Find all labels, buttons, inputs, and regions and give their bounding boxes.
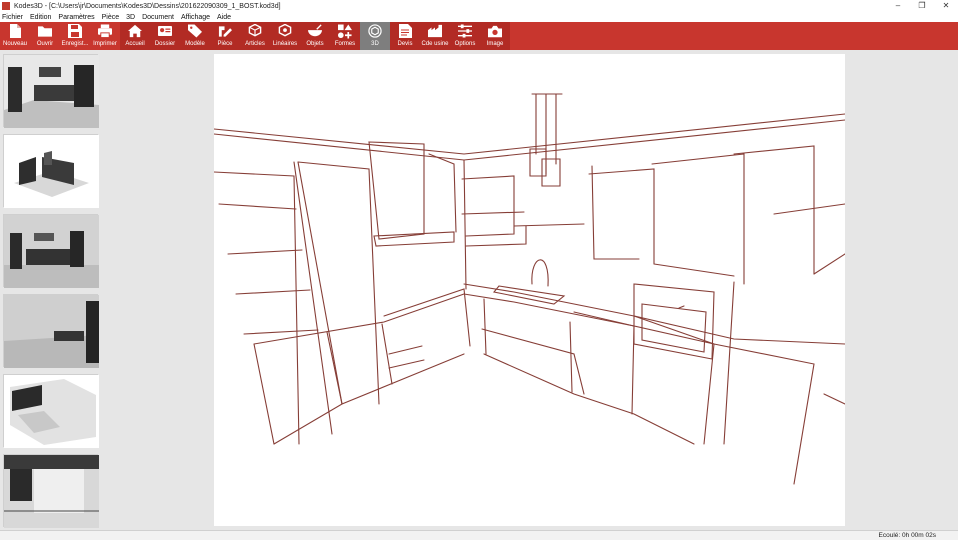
- model-label: Modèle: [185, 41, 205, 47]
- view-thumbnail[interactable]: [3, 54, 99, 128]
- shapes-icon: [338, 24, 352, 38]
- factory-order-icon: [428, 24, 442, 38]
- new-button[interactable]: Nouveau: [0, 22, 30, 50]
- room-label: Pièce: [217, 41, 233, 47]
- tag-icon: [188, 24, 202, 38]
- close-button[interactable]: ✕: [934, 0, 958, 12]
- menu-parametres[interactable]: Paramètres: [58, 14, 94, 21]
- open-label: Ouvrir: [36, 41, 54, 47]
- objects-button[interactable]: Objets: [300, 22, 330, 50]
- quote-label: Devis: [397, 41, 413, 47]
- view-thumbnails-panel: [0, 50, 104, 530]
- status-bar: Ecoulé: 0h 00m 02s: [0, 530, 958, 540]
- home-button[interactable]: Accueil: [120, 22, 150, 50]
- view-thumbnail[interactable]: [3, 214, 99, 288]
- view-thumbnail[interactable]: [3, 374, 99, 448]
- menu-3d[interactable]: 3D: [126, 14, 135, 21]
- elapsed-time: Ecoulé: 0h 00m 02s: [878, 532, 936, 539]
- kitchen-sketch-render: [213, 93, 846, 485]
- wall-pencil-icon: [218, 24, 232, 38]
- factory-order-label: Cde usine: [421, 41, 449, 47]
- home-label: Accueil: [125, 41, 145, 47]
- menu-affichage[interactable]: Affichage: [181, 14, 210, 21]
- menu-aide[interactable]: Aide: [217, 14, 231, 21]
- home-icon: [128, 24, 142, 38]
- shapes-button[interactable]: Formes: [330, 22, 360, 50]
- client-card-icon: [158, 24, 172, 38]
- 3d-label: 3D: [371, 41, 379, 47]
- articles-label: Articles: [245, 41, 265, 47]
- factory-order-button[interactable]: Cde usine: [420, 22, 450, 50]
- new-label: Nouveau: [2, 41, 28, 47]
- view-thumbnail[interactable]: [3, 134, 99, 208]
- articles-button[interactable]: Articles: [240, 22, 270, 50]
- new-file-icon: [8, 24, 22, 38]
- shapes-label: Formes: [334, 41, 356, 47]
- print-label: Imprimer: [93, 41, 117, 47]
- model-button[interactable]: Modèle: [180, 22, 210, 50]
- camera-icon: [488, 24, 502, 38]
- open-button[interactable]: Ouvrir: [30, 22, 60, 50]
- view-thumbnail[interactable]: [3, 454, 99, 528]
- 3d-button[interactable]: 3D: [360, 22, 390, 50]
- linear-label: Linéaires: [272, 41, 298, 47]
- window-title: Kodes3D - [C:\Users\jr\Documents\Kodes3D…: [14, 2, 281, 10]
- maximize-button[interactable]: ❐: [910, 0, 934, 12]
- options-label: Options: [454, 41, 476, 47]
- sliders-icon: [458, 24, 472, 38]
- folder-button[interactable]: Dossier: [150, 22, 180, 50]
- main-toolbar: Nouveau Ouvrir Enregist... Imprimer Accu…: [0, 22, 958, 50]
- objects-label: Objets: [306, 41, 324, 47]
- title-bar: Kodes3D - [C:\Users\jr\Documents\Kodes3D…: [0, 0, 958, 12]
- print-icon: [98, 24, 112, 38]
- menu-fichier[interactable]: Fichier: [2, 14, 23, 21]
- folder-open-icon: [38, 24, 52, 38]
- menu-edition[interactable]: Edition: [30, 14, 51, 21]
- quote-document-icon: [398, 24, 412, 38]
- folder-label: Dossier: [154, 41, 176, 47]
- menu-piece[interactable]: Pièce: [102, 14, 120, 21]
- cube-network-icon: [248, 24, 262, 38]
- image-label: Image: [486, 41, 504, 47]
- save-icon: [68, 24, 82, 38]
- menu-bar: Fichier Edition Paramètres Pièce 3D Docu…: [0, 12, 958, 22]
- countertop-icon: [278, 24, 292, 38]
- linear-button[interactable]: Linéaires: [270, 22, 300, 50]
- 3d-cube-icon: [368, 24, 382, 38]
- app-logo-icon: [2, 2, 10, 10]
- view-thumbnail[interactable]: [3, 294, 99, 368]
- quote-button[interactable]: Devis: [390, 22, 420, 50]
- image-button[interactable]: Image: [480, 22, 510, 50]
- options-button[interactable]: Options: [450, 22, 480, 50]
- window-controls: – ❐ ✕: [886, 0, 958, 12]
- print-button[interactable]: Imprimer: [90, 22, 120, 50]
- minimize-button[interactable]: –: [886, 0, 910, 12]
- bowl-icon: [308, 24, 322, 38]
- menu-document[interactable]: Document: [142, 14, 174, 21]
- save-button[interactable]: Enregist...: [60, 22, 90, 50]
- save-label: Enregist...: [61, 41, 89, 47]
- room-button[interactable]: Pièce: [210, 22, 240, 50]
- 3d-sketch-viewport[interactable]: [213, 54, 846, 526]
